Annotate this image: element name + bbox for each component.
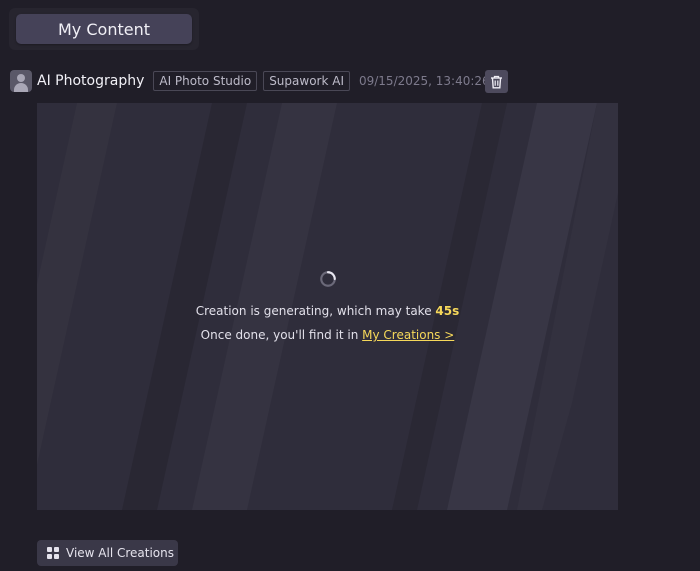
grid-icon — [47, 547, 59, 559]
creation-title: AI Photography — [37, 73, 145, 89]
page: My Content AI Photography AI Photo Studi… — [0, 0, 700, 571]
view-all-creations-button[interactable]: View All Creations — [37, 540, 178, 566]
view-all-creations-label: View All Creations — [66, 546, 175, 560]
trash-icon — [491, 75, 502, 88]
creation-timestamp: 09/15/2025, 13:40:26 — [358, 74, 490, 88]
delete-button[interactable] — [485, 70, 508, 93]
my-creations-link[interactable]: My Creations > — [362, 328, 454, 342]
generating-status: Creation is generating, which may take 4… — [37, 270, 618, 347]
tag-supawork-ai: Supawork AI — [263, 71, 350, 91]
creation-preview: Creation is generating, which may take 4… — [37, 103, 618, 510]
user-avatar-icon — [10, 70, 32, 92]
tab-bar: My Content — [9, 8, 199, 50]
tag-ai-photo-studio: AI Photo Studio — [153, 71, 258, 91]
find-it-message: Once done, you'll find it in My Creation… — [200, 328, 455, 342]
estimated-time: 45s — [435, 304, 460, 318]
loading-spinner-icon — [319, 271, 336, 287]
tab-my-content[interactable]: My Content — [16, 14, 192, 44]
creation-header: AI Photography AI Photo Studio Supawork … — [10, 70, 490, 92]
generating-message: Creation is generating, which may take 4… — [195, 304, 460, 318]
